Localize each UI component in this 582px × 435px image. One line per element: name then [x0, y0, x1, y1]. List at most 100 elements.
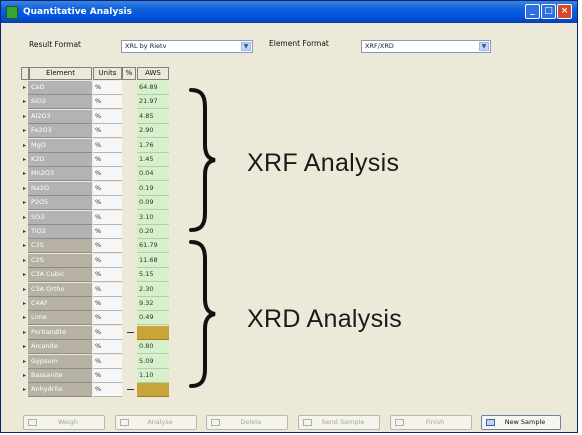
- unit-cell[interactable]: %: [93, 383, 122, 398]
- element-cell[interactable]: CaO: [28, 81, 92, 95]
- unit-cell[interactable]: %: [93, 153, 122, 167]
- maximize-button[interactable]: □: [541, 4, 556, 19]
- table-row[interactable]: ▸ Al2O3% 4.85: [21, 109, 169, 125]
- value-cell[interactable]: 61.79: [137, 239, 169, 254]
- element-cell[interactable]: SiO2: [28, 95, 92, 110]
- delete-button[interactable]: Delete: [206, 415, 288, 430]
- table-row[interactable]: ▸ Mn2O3% 0.04: [21, 167, 169, 182]
- table-row[interactable]: ▸ SO3% 3.10: [21, 210, 169, 226]
- table-row[interactable]: ▸ TiO2% 0.20: [21, 225, 169, 240]
- value-cell[interactable]: 0.19: [137, 181, 169, 196]
- value-cell[interactable]: 64.89: [137, 81, 169, 95]
- table-row[interactable]: ▸ C3S% 61.79: [21, 239, 169, 254]
- element-cell[interactable]: C4AF: [28, 297, 92, 311]
- value-cell[interactable]: [137, 325, 169, 340]
- analyse-button[interactable]: Analyse: [115, 415, 197, 430]
- unit-cell[interactable]: %: [93, 282, 122, 297]
- table-row[interactable]: ▸ C3A Cubic% 5.15: [21, 268, 169, 283]
- value-cell[interactable]: 11.68: [137, 253, 169, 268]
- element-format-select[interactable]: XRF/XRD ▼: [361, 40, 491, 53]
- unit-cell[interactable]: %: [93, 325, 122, 340]
- table-row[interactable]: ▸ Bassanite% 1.10: [21, 369, 169, 384]
- element-cell[interactable]: Fe2O3: [28, 124, 92, 139]
- unit-cell[interactable]: %: [93, 124, 122, 139]
- new-sample-button[interactable]: New Sample: [481, 415, 561, 430]
- result-format-select[interactable]: XRL by Rietv ▼: [121, 40, 253, 53]
- value-cell[interactable]: 0.49: [137, 311, 169, 326]
- value-cell[interactable]: 2.90: [137, 124, 169, 139]
- value-cell[interactable]: 3.10: [137, 210, 169, 225]
- unit-cell[interactable]: %: [93, 181, 122, 196]
- element-cell[interactable]: C3A Cubic: [28, 268, 92, 283]
- value-cell[interactable]: 1.76: [137, 138, 169, 153]
- unit-cell[interactable]: %: [93, 196, 122, 211]
- element-cell[interactable]: Mn2O3: [28, 167, 92, 182]
- element-cell[interactable]: Arcanite: [28, 340, 92, 355]
- table-row[interactable]: ▸ C3A Ortho% 2.30: [21, 282, 169, 298]
- element-cell[interactable]: Lime: [28, 311, 92, 326]
- value-cell[interactable]: 1.10: [137, 369, 169, 383]
- unit-cell[interactable]: %: [93, 138, 122, 153]
- chevron-down-icon[interactable]: ▼: [241, 42, 251, 51]
- column-header-element[interactable]: Element: [29, 67, 92, 80]
- table-row[interactable]: ▸ Portlandite%: [21, 325, 169, 341]
- title-bar[interactable]: Quantitative Analysis _ □ ×: [1, 1, 577, 23]
- table-row[interactable]: ▸ Anhydrite%: [21, 383, 169, 398]
- element-cell[interactable]: SO3: [28, 210, 92, 225]
- unit-cell[interactable]: %: [93, 340, 122, 355]
- table-row[interactable]: ▸ C2S% 11.68: [21, 253, 169, 269]
- table-row[interactable]: ▸ C4AF% 9.32: [21, 297, 169, 312]
- close-button[interactable]: ×: [557, 4, 572, 19]
- table-row[interactable]: ▸ MgO% 1.76: [21, 138, 169, 154]
- unit-cell[interactable]: %: [93, 369, 122, 383]
- table-row[interactable]: ▸ Na2O% 0.19: [21, 181, 169, 197]
- table-row[interactable]: ▸ SiO2% 21.97: [21, 95, 169, 110]
- weigh-button[interactable]: Weigh: [23, 415, 105, 430]
- table-row[interactable]: ▸ CaO% 64.89: [21, 81, 169, 96]
- unit-cell[interactable]: %: [93, 210, 122, 225]
- value-cell[interactable]: 5.09: [137, 354, 169, 369]
- table-row[interactable]: ▸ P2O5% 0.09: [21, 196, 169, 211]
- value-cell[interactable]: 0.80: [137, 340, 169, 355]
- value-cell[interactable]: 21.97: [137, 95, 169, 110]
- unit-cell[interactable]: %: [93, 297, 122, 311]
- element-cell[interactable]: C3A Ortho: [28, 282, 92, 297]
- unit-cell[interactable]: %: [93, 81, 122, 95]
- unit-cell[interactable]: %: [93, 167, 122, 182]
- finish-button[interactable]: Finish: [390, 415, 472, 430]
- element-cell[interactable]: P2O5: [28, 196, 92, 211]
- element-cell[interactable]: Gypsum: [28, 354, 92, 369]
- element-cell[interactable]: TiO2: [28, 225, 92, 239]
- element-cell[interactable]: MgO: [28, 138, 92, 153]
- unit-cell[interactable]: %: [93, 239, 122, 254]
- send-sample-button[interactable]: Send Sample: [298, 415, 380, 430]
- unit-cell[interactable]: %: [93, 354, 122, 369]
- element-cell[interactable]: C2S: [28, 253, 92, 268]
- value-cell[interactable]: 5.15: [137, 268, 169, 283]
- element-cell[interactable]: Anhydrite: [28, 383, 92, 398]
- unit-cell[interactable]: %: [93, 311, 122, 326]
- column-header-value[interactable]: AWS: [137, 67, 169, 80]
- value-cell[interactable]: [137, 383, 169, 398]
- value-cell[interactable]: 2.30: [137, 282, 169, 297]
- element-cell[interactable]: Al2O3: [28, 109, 92, 124]
- value-cell[interactable]: 0.04: [137, 167, 169, 182]
- unit-cell[interactable]: %: [93, 225, 122, 239]
- element-cell[interactable]: K2O: [28, 153, 92, 167]
- element-cell[interactable]: Portlandite: [28, 325, 92, 340]
- table-row[interactable]: ▸ Fe2O3% 2.90: [21, 124, 169, 139]
- minimize-button[interactable]: _: [525, 4, 540, 19]
- column-header-units[interactable]: Units: [93, 67, 122, 80]
- value-cell[interactable]: 9.32: [137, 297, 169, 311]
- value-cell[interactable]: 1.45: [137, 153, 169, 167]
- table-row[interactable]: ▸ Lime% 0.49: [21, 311, 169, 326]
- unit-cell[interactable]: %: [93, 253, 122, 268]
- table-row[interactable]: ▸ Arcanite% 0.80: [21, 340, 169, 355]
- column-header-flag[interactable]: %: [122, 67, 136, 80]
- value-cell[interactable]: 0.20: [137, 225, 169, 239]
- chevron-down-icon[interactable]: ▼: [479, 42, 489, 51]
- unit-cell[interactable]: %: [93, 95, 122, 110]
- unit-cell[interactable]: %: [93, 109, 122, 124]
- value-cell[interactable]: 4.85: [137, 109, 169, 124]
- table-row[interactable]: ▸ Gypsum% 5.09: [21, 354, 169, 370]
